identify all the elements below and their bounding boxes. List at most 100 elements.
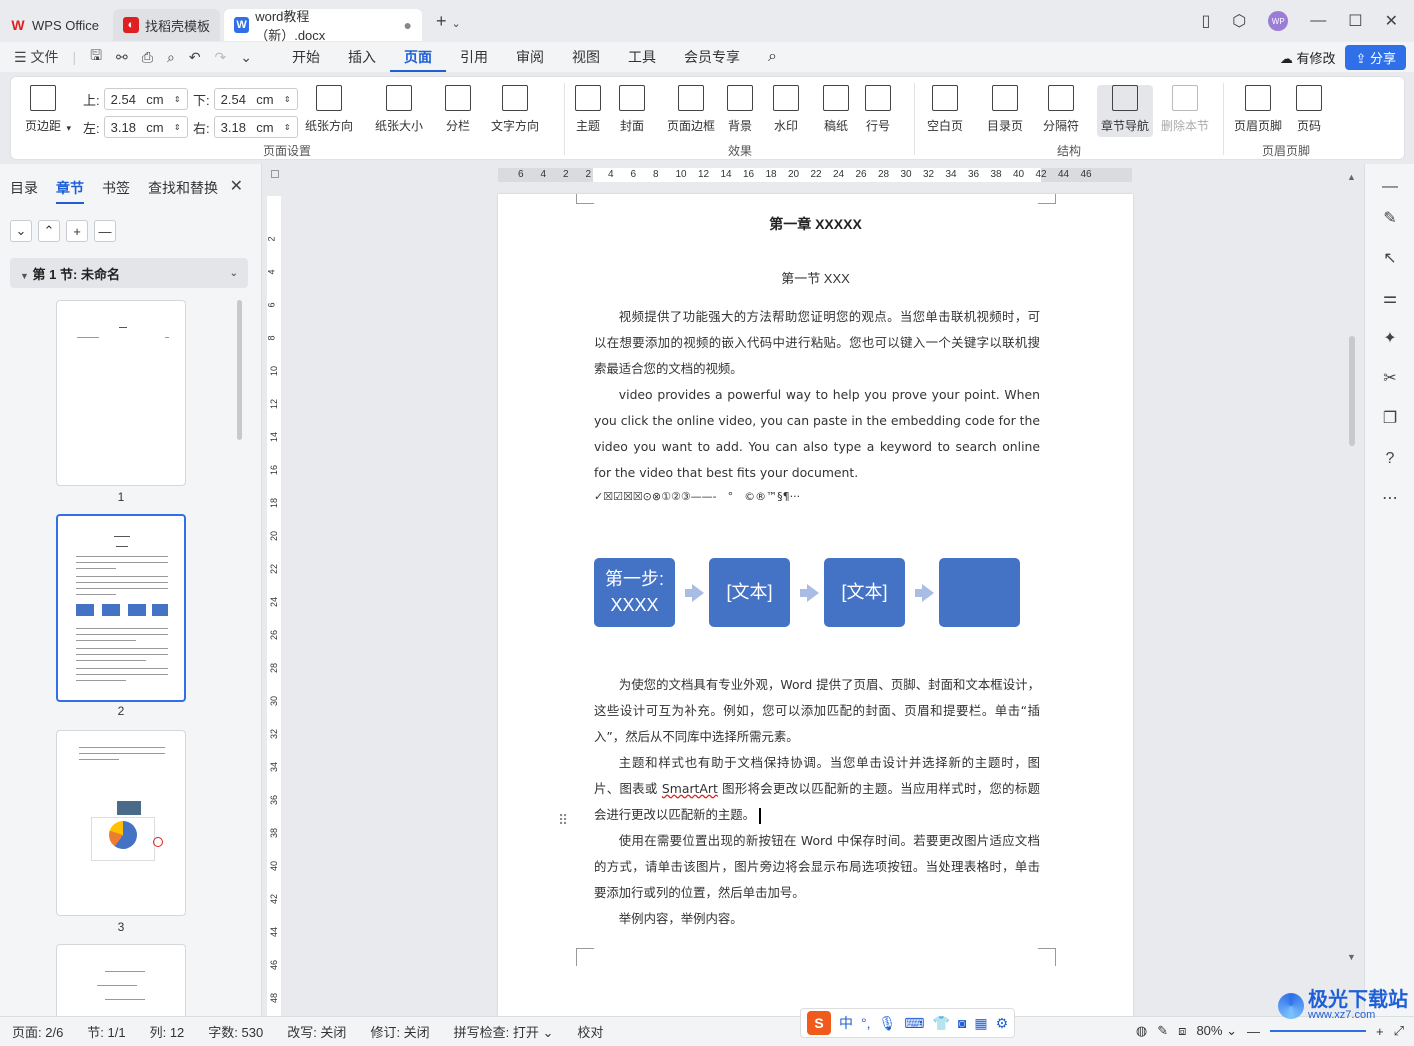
pen-icon[interactable]: ✎ <box>1381 210 1399 228</box>
avatar[interactable]: WP <box>1268 11 1289 31</box>
section-header[interactable]: ▼ 第 1 节: 未命名 ⌄ <box>10 258 248 288</box>
paragraph[interactable]: 视频提供了功能强大的方法帮助您证明您的观点。当您单击联机视频时，可以在想要添加的… <box>594 304 1040 382</box>
skin-icon[interactable]: 👕 <box>933 1015 950 1032</box>
smartart-step[interactable]: [文本] <box>824 558 905 627</box>
save-icon[interactable]: 🖫 <box>90 45 102 69</box>
move-up-button[interactable]: ⌃ <box>38 220 60 242</box>
document-scrollbar[interactable] <box>1349 336 1355 446</box>
margin-left-input[interactable]: 3.18 cm ⇕ <box>103 116 188 138</box>
paragraph[interactable]: 使用在需要位置出现的新按钮在 Word 中保存时间。若要更改图片适应文档的方式，… <box>594 828 1040 906</box>
cube-icon[interactable]: ⬡ <box>1232 11 1246 31</box>
smartart-step[interactable] <box>939 558 1020 627</box>
print-icon[interactable]: ⎙ <box>142 49 153 66</box>
page-number-button[interactable]: 页码 <box>1296 85 1322 134</box>
margin-bottom-input[interactable]: 2.54 cm ⇕ <box>213 88 298 110</box>
paragraph[interactable]: video provides a powerful way to help yo… <box>594 382 1040 486</box>
horizontal-ruler[interactable]: 6 4 2 2 4 6 8 10 12 14 16 18 20 22 24 26 28 30 32 34 36 38 40 4… <box>498 168 1132 182</box>
menu-tools[interactable]: 工具 <box>614 42 670 72</box>
globe-icon[interactable]: ◍ <box>1136 1023 1147 1039</box>
zoom-slider[interactable] <box>1270 1030 1366 1032</box>
tab-document[interactable]: W word教程（新）.docx ● <box>223 9 422 43</box>
toc-page-button[interactable]: 目录页 <box>987 85 1023 134</box>
punctuation-icon[interactable]: °, <box>861 1015 871 1031</box>
header-footer-button[interactable]: 页眉页脚 <box>1234 85 1282 134</box>
fullscreen-icon[interactable]: ⤢ <box>1394 1023 1404 1039</box>
tab-bookmarks[interactable]: 书签 <box>102 178 130 204</box>
close-pane-icon[interactable]: ✕ <box>230 176 243 196</box>
search-icon[interactable]: ⌕ <box>754 42 791 72</box>
remove-section-button[interactable]: — <box>94 220 116 242</box>
ai-icon[interactable]: ✦ <box>1381 330 1399 348</box>
modified-status[interactable]: ☁ 有修改 <box>1280 48 1336 67</box>
new-tab-button[interactable]: + ⌄ <box>436 11 461 32</box>
body-text-top[interactable]: 视频提供了功能强大的方法帮助您证明您的观点。当您单击联机视频时，可以在想要添加的… <box>594 304 1040 508</box>
document-page[interactable]: 第一章 XXXXX 第一节 XXX 视频提供了功能强大的方法帮助您证明您的观点。… <box>498 194 1133 1016</box>
share-button[interactable]: ⇪ 分享 <box>1345 45 1406 70</box>
margins-button[interactable]: 页边距 ▾ <box>25 85 71 134</box>
tab-wps-office[interactable]: W WPS Office <box>0 9 109 41</box>
overtype-status[interactable]: 改写: 关闭 <box>275 1022 358 1041</box>
body-text-bottom[interactable]: 为使您的文档具有专业外观，Word 提供了页眉、页脚、封面和文本框设计，这些设计… <box>594 672 1040 932</box>
cover-button[interactable]: 封面 <box>619 85 645 134</box>
ime-mode[interactable]: 中 <box>839 1013 853 1033</box>
fit-page-icon[interactable]: ⧈ <box>1178 1023 1186 1039</box>
cursor-icon[interactable]: ↖ <box>1381 250 1399 268</box>
tab-find-replace[interactable]: 查找和替换 <box>148 178 218 204</box>
redo-icon[interactable]: ↷ <box>215 49 227 66</box>
microphone-icon[interactable]: 🎙 <box>879 1015 897 1032</box>
more-icon[interactable]: ⋯ <box>1381 490 1399 508</box>
menu-vip[interactable]: 会员专享 <box>670 42 754 72</box>
word-count[interactable]: 字数: 530 <box>196 1022 275 1041</box>
page-thumbnail[interactable] <box>56 944 186 1016</box>
paragraph[interactable]: 为使您的文档具有专业外观，Word 提供了页眉、页脚、封面和文本框设计，这些设计… <box>594 672 1040 750</box>
tab-chapters[interactable]: 章节 <box>56 178 84 204</box>
page-indicator[interactable]: 页面: 2/6 <box>0 1022 75 1041</box>
sliders-icon[interactable]: ⚌ <box>1381 290 1399 308</box>
menu-review[interactable]: 审阅 <box>502 42 558 72</box>
zoom-out-button[interactable]: — <box>1247 1024 1260 1039</box>
blank-page-button[interactable]: 空白页 <box>927 85 963 134</box>
columns-button[interactable]: 分栏 <box>445 85 471 134</box>
margin-right-input[interactable]: 3.18 cm ⇕ <box>213 116 298 138</box>
margin-top-input[interactable]: 2.54 cm ⇕ <box>103 88 188 110</box>
section-indicator[interactable]: 节: 1/1 <box>75 1022 137 1041</box>
tab-toc[interactable]: 目录 <box>10 178 38 204</box>
watermark-button[interactable]: 水印 <box>773 85 799 134</box>
chapter-heading[interactable]: 第一章 XXXXX <box>498 214 1133 234</box>
scroll-down-icon[interactable]: ▼ <box>1347 952 1356 962</box>
symbols-line[interactable]: ✓☒☑☒☒⊙⊗①②③——- ° ©®™§¶··· <box>594 486 1040 508</box>
chapter-nav-button[interactable]: 章节导航 <box>1097 85 1154 137</box>
text-direction-button[interactable]: 文字方向 <box>491 85 539 134</box>
menu-insert[interactable]: 插入 <box>334 42 390 72</box>
proofread-button[interactable]: 校对 <box>565 1022 615 1041</box>
separator-button[interactable]: 分隔符 <box>1043 85 1079 134</box>
preview-icon[interactable]: ⌕ <box>167 49 175 66</box>
menu-page[interactable]: 页面 <box>390 42 447 72</box>
misspelled-word[interactable]: SmartArt <box>662 781 718 796</box>
page-thumbnail[interactable] <box>56 300 186 486</box>
add-section-button[interactable]: + <box>66 220 88 242</box>
zoom-in-button[interactable]: + <box>1376 1024 1384 1039</box>
delete-section-button[interactable]: 删除本节 <box>1161 85 1209 134</box>
undo-icon[interactable]: ↶ <box>189 49 201 66</box>
tab-template[interactable]: ◐ 找稻壳模板 <box>112 9 220 41</box>
help-icon[interactable]: ? <box>1381 450 1399 468</box>
page-thumbnail[interactable] <box>56 514 186 702</box>
zoom-level[interactable]: 80% ⌄ <box>1196 1023 1237 1039</box>
paper-size-button[interactable]: 纸张大小 <box>375 85 423 134</box>
layout-icon[interactable]: ▯ <box>1201 11 1210 31</box>
revision-status[interactable]: 修订: 关闭 <box>358 1022 441 1041</box>
vertical-ruler[interactable]: 2 4 6 8 10 12 14 16 18 20 22 24 26 28 30 32 34 36 38 40 42 44… <box>267 196 281 1016</box>
menu-home[interactable]: 开始 <box>278 42 334 72</box>
settings-icon[interactable]: ⚙ <box>996 1015 1009 1032</box>
close-icon[interactable]: ✕ <box>1385 11 1398 31</box>
smartart-step[interactable]: [文本] <box>709 558 790 627</box>
paragraph[interactable]: 举例内容，举例内容。 <box>594 906 1040 932</box>
menu-view[interactable]: 视图 <box>558 42 614 72</box>
grid-paper-button[interactable]: 稿纸 <box>823 85 849 134</box>
edit-icon[interactable]: ✎ <box>1157 1023 1168 1039</box>
paragraph[interactable]: 主题和样式也有助于文档保持协调。当您单击设计并选择新的主题时，图片、图表或 Sm… <box>594 750 1040 828</box>
theme-button[interactable]: 主题 <box>575 85 601 134</box>
move-down-button[interactable]: ⌄ <box>10 220 32 242</box>
page-border-button[interactable]: 页面边框 <box>667 85 715 134</box>
